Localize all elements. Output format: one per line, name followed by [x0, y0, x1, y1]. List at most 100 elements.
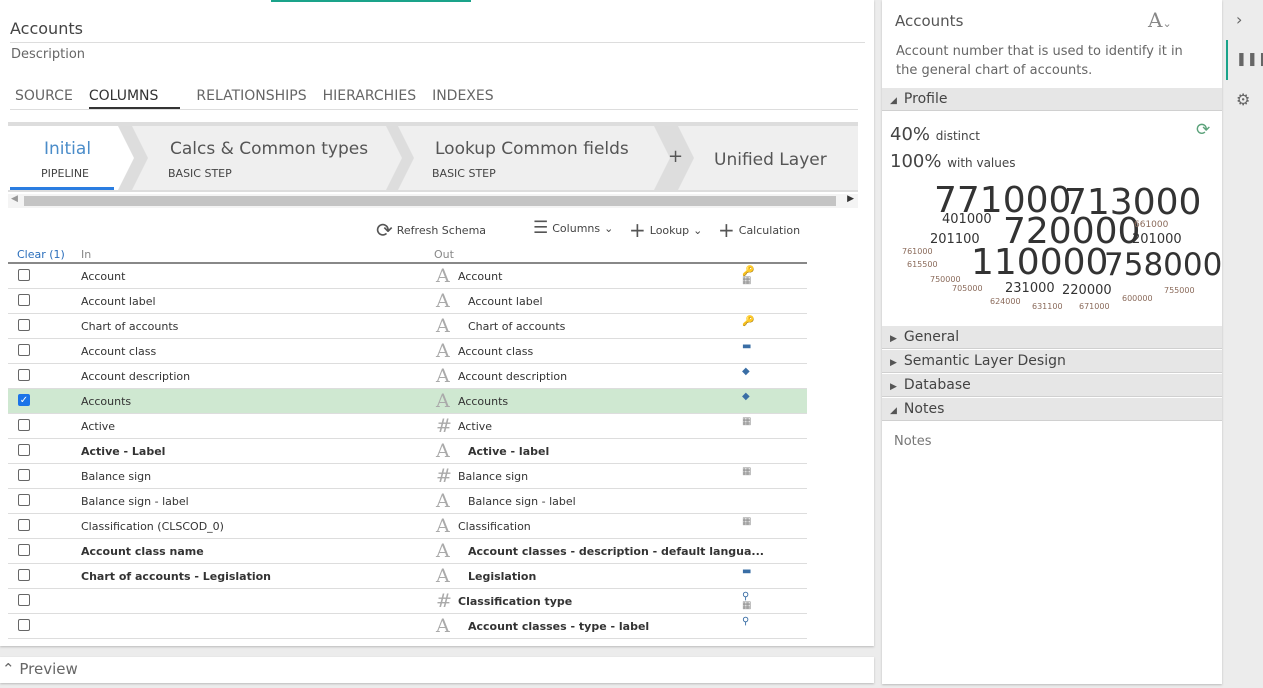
pipeline-step-lookup[interactable]: Lookup Common fields BASIC STEP: [398, 126, 670, 190]
column-out[interactable]: Chart of accounts: [468, 320, 565, 333]
section-notes[interactable]: ◢ Notes: [882, 398, 1222, 421]
column-role-icons: ◆: [742, 392, 750, 402]
lookup-button[interactable]: + Lookup ⌄: [629, 218, 702, 242]
row-checkbox[interactable]: [18, 544, 30, 556]
column-role-icons: ▬: [742, 341, 752, 352]
column-out[interactable]: Account classes - type - label: [468, 620, 649, 633]
add-step-button[interactable]: +: [668, 146, 683, 167]
notes-input[interactable]: Notes: [894, 434, 932, 449]
step-name: Unified Layer: [714, 150, 827, 170]
table-row[interactable]: Balance sign - label A Balance sign - la…: [8, 489, 807, 514]
foreign-key-icon: 🔑: [742, 316, 755, 327]
row-checkbox[interactable]: ✓: [18, 394, 30, 406]
refresh-schema-button[interactable]: ⟳ Refresh Schema: [376, 218, 486, 242]
row-checkbox[interactable]: [18, 469, 30, 481]
tab-indexes[interactable]: INDEXES: [432, 88, 494, 109]
column-out[interactable]: Classification: [458, 520, 531, 533]
text-type-icon: A: [436, 390, 450, 412]
dimension-icon: ▬: [742, 341, 752, 352]
table-row[interactable]: # Classification type ⚲ ▦: [8, 589, 807, 614]
pipeline-step-initial[interactable]: Initial PIPELINE: [8, 126, 134, 190]
table-row[interactable]: Classification (CLSCOD_0) A Classificati…: [8, 514, 807, 539]
value-word-cloud: 771000 713000 401000 720000 661000 201100 2010…: [882, 175, 1222, 325]
column-out[interactable]: Account: [458, 270, 502, 283]
table-icon: ▦: [742, 600, 752, 611]
column-role-icons: ◆: [742, 367, 750, 377]
chevron-down-icon: ⌄: [604, 221, 614, 235]
table-row[interactable]: Active - Label A Active - label: [8, 439, 807, 464]
row-checkbox[interactable]: [18, 419, 30, 431]
column-out[interactable]: Legislation: [468, 570, 536, 583]
row-checkbox[interactable]: [18, 344, 30, 356]
row-checkbox[interactable]: [18, 519, 30, 531]
column-out[interactable]: Accounts: [458, 395, 508, 408]
scroll-thumb[interactable]: [24, 196, 836, 206]
column-out[interactable]: Active - label: [468, 445, 549, 458]
row-checkbox[interactable]: [18, 594, 30, 606]
row-checkbox[interactable]: [18, 369, 30, 381]
refresh-profile-icon[interactable]: ⟳: [1196, 120, 1210, 140]
calculation-button[interactable]: + Calculation: [718, 218, 800, 242]
expand-icon: ▶: [890, 358, 897, 368]
column-out[interactable]: Balance sign: [458, 470, 528, 483]
cloud-word: 201000: [1132, 232, 1182, 247]
column-in: Balance sign: [81, 470, 152, 483]
text-type-icon[interactable]: A⌄: [1148, 8, 1172, 32]
column-out[interactable]: Account class: [458, 345, 533, 358]
table-row[interactable]: Account A Account 🔑 ▦: [8, 264, 807, 289]
table-row[interactable]: Account description A Account descriptio…: [8, 364, 807, 389]
table-row[interactable]: Active # Active ▦: [8, 414, 807, 439]
column-role-icons: ▦: [742, 517, 751, 527]
section-semantic-layer-design[interactable]: ▶ Semantic Layer Design: [882, 350, 1222, 373]
chevron-up-icon: ⌃: [2, 660, 15, 678]
row-checkbox[interactable]: [18, 569, 30, 581]
table-row[interactable]: Account class name A Account classes - d…: [8, 539, 807, 564]
section-general[interactable]: ▶ General: [882, 326, 1222, 349]
pipeline-step-unified[interactable]: Unified Layer: [678, 126, 858, 190]
column-in: Account label: [81, 295, 156, 308]
preview-toggle[interactable]: ⌃ Preview: [0, 657, 874, 683]
tab-columns[interactable]: COLUMNS: [88, 88, 181, 109]
table-row[interactable]: ✓ Accounts A Accounts ◆: [8, 389, 807, 414]
row-checkbox[interactable]: [18, 494, 30, 506]
table-row[interactable]: Chart of accounts - Legislation A Legisl…: [8, 564, 807, 589]
column-in: Classification (CLSCOD_0): [81, 520, 224, 533]
section-database[interactable]: ▶ Database: [882, 374, 1222, 397]
right-rail: › ❚❚❚ ⚙: [1226, 0, 1263, 688]
column-out[interactable]: Account description: [458, 370, 567, 383]
table-row[interactable]: Account class A Account class ▬: [8, 339, 807, 364]
table-row[interactable]: A Account classes - type - label ⚲: [8, 614, 807, 639]
pipeline-scrollbar[interactable]: ◀ ▶: [8, 194, 858, 208]
profile-columns-icon[interactable]: ❚❚❚: [1236, 52, 1263, 67]
text-type-icon: A: [436, 290, 450, 312]
chevron-right-icon[interactable]: ›: [1236, 10, 1242, 29]
table-row[interactable]: Balance sign # Balance sign ▦: [8, 464, 807, 489]
tab-hierarchies[interactable]: HIERARCHIES: [323, 88, 416, 109]
row-checkbox[interactable]: [18, 619, 30, 631]
column-out[interactable]: Account label: [468, 295, 543, 308]
cloud-word: 220000: [1062, 283, 1112, 298]
column-out[interactable]: Active: [458, 420, 492, 433]
columns-button[interactable]: ☰ Columns ⌄: [533, 218, 613, 238]
panel-description[interactable]: Account number that is used to identify …: [896, 42, 1206, 80]
row-checkbox[interactable]: [18, 319, 30, 331]
clear-selection-link[interactable]: Clear (1): [17, 248, 65, 261]
row-checkbox[interactable]: [18, 294, 30, 306]
section-profile[interactable]: ◢ Profile: [882, 88, 1222, 111]
pipeline-step-calcs[interactable]: Calcs & Common types BASIC STEP: [132, 126, 402, 190]
row-checkbox[interactable]: [18, 444, 30, 456]
column-out[interactable]: Account classes - description - default …: [468, 545, 764, 558]
table-row[interactable]: Chart of accounts A Chart of accounts 🔑: [8, 314, 807, 339]
tab-source[interactable]: SOURCE: [15, 88, 73, 109]
description-field[interactable]: Description: [11, 47, 85, 62]
expand-icon: ▶: [890, 334, 897, 344]
tab-relationships[interactable]: RELATIONSHIPS: [196, 88, 306, 109]
column-role-icons: ▦: [742, 417, 751, 427]
row-checkbox[interactable]: [18, 269, 30, 281]
sliders-icon[interactable]: ⚙: [1236, 90, 1250, 109]
table-row[interactable]: Account label A Account label: [8, 289, 807, 314]
column-out[interactable]: Balance sign - label: [468, 495, 576, 508]
column-out[interactable]: Classification type: [458, 595, 572, 608]
scroll-left-icon[interactable]: ◀: [11, 194, 18, 204]
scroll-right-icon[interactable]: ▶: [847, 194, 854, 204]
